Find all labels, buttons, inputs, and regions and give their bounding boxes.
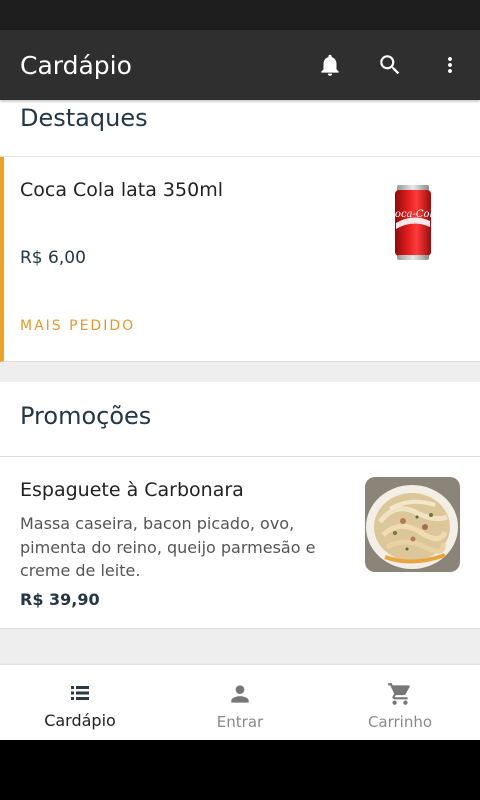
- nav-item-carrinho[interactable]: Carrinho: [320, 665, 480, 740]
- carbonara-image: [365, 477, 460, 572]
- section-gap: [0, 362, 480, 382]
- featured-item-price: R$ 6,00: [20, 248, 86, 268]
- featured-section-title: Destaques: [20, 104, 148, 132]
- search-button[interactable]: [360, 30, 420, 100]
- promos-section-header: Promoções: [0, 382, 480, 457]
- app-bar: Cardápio: [0, 30, 480, 100]
- status-bar: [0, 0, 480, 30]
- nav-label-cardapio: Cardápio: [44, 711, 116, 730]
- nav-item-cardapio[interactable]: Cardápio: [0, 665, 160, 740]
- coca-cola-can-image: Coca-Cola: [388, 185, 438, 260]
- person-icon: [231, 685, 249, 703]
- featured-item-card[interactable]: Coca Cola lata 350ml R$ 6,00 MAIS PEDIDO: [0, 157, 480, 362]
- nav-label-entrar: Entrar: [216, 713, 264, 731]
- more-vert-icon: [448, 57, 452, 73]
- more-options-button[interactable]: [420, 30, 480, 100]
- app-actions: [300, 30, 480, 100]
- promo-item-name: Espaguete à Carbonara: [20, 479, 244, 501]
- bottom-navigation: Cardápio Entrar Carrinho: [0, 665, 480, 740]
- promo-item-description: Massa caseira, bacon picado, ovo, piment…: [20, 514, 316, 580]
- cart-icon: [388, 683, 410, 705]
- promos-section-title: Promoções: [20, 402, 152, 430]
- featured-section-header: Destaques: [0, 100, 480, 157]
- nav-label-carrinho: Carrinho: [367, 713, 433, 731]
- app-title: Cardápio: [20, 50, 132, 80]
- search-icon: [380, 55, 400, 75]
- bell-icon: [321, 54, 339, 76]
- promo-item-price: R$ 39,90: [20, 590, 100, 609]
- can-logo-text: Coca-Cola: [388, 209, 438, 220]
- system-navigation-bar: [0, 740, 480, 800]
- menu-content[interactable]: Destaques Coca Cola lata 350ml R$ 6,00 M…: [0, 100, 480, 665]
- notifications-button[interactable]: [300, 30, 360, 100]
- featured-item-name: Coca Cola lata 350ml: [20, 179, 223, 201]
- promo-item-card[interactable]: Espaguete à Carbonara Massa caseira, bac…: [0, 457, 480, 629]
- nav-item-entrar[interactable]: Entrar: [160, 665, 320, 740]
- list-icon: [71, 686, 89, 700]
- best-seller-tag: MAIS PEDIDO: [20, 318, 136, 334]
